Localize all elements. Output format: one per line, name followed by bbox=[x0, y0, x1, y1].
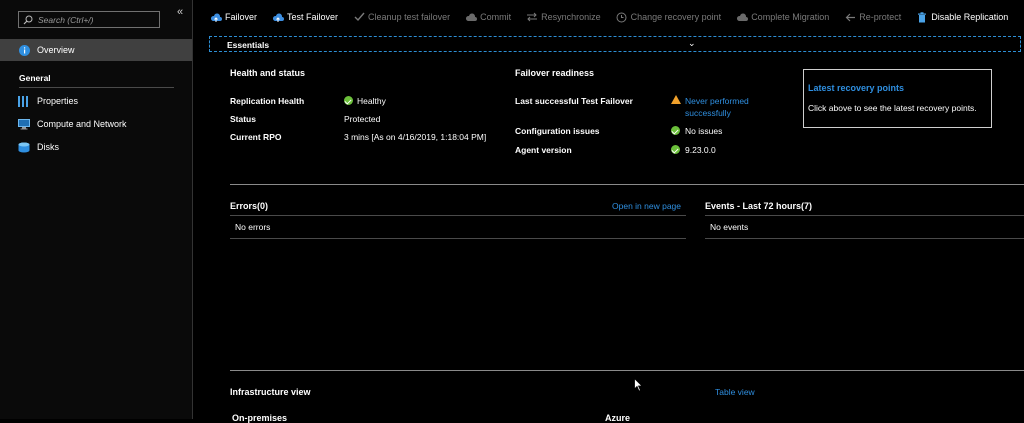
command-toolbar: Failover Test Failover Cleanup test fail… bbox=[192, 0, 1024, 34]
health-status-heading: Health and status bbox=[230, 68, 306, 78]
sidebar-item-properties[interactable]: Properties bbox=[0, 90, 192, 112]
agent-version-check-icon bbox=[671, 145, 680, 154]
replication-health-value: Healthy bbox=[357, 96, 386, 106]
sidebar: Search (Ctrl+/) « Overview General Prope… bbox=[0, 0, 193, 419]
search-input[interactable]: Search (Ctrl+/) bbox=[18, 11, 160, 28]
sidebar-section-general: General bbox=[19, 73, 51, 83]
status-value: Protected bbox=[344, 114, 381, 124]
errors-heading: Errors(0) bbox=[230, 201, 269, 211]
resynchronize-label: Resynchronize bbox=[541, 12, 601, 22]
trash-icon bbox=[916, 11, 928, 23]
no-events-text: No events bbox=[710, 222, 749, 232]
commit-label: Commit bbox=[480, 12, 512, 22]
properties-icon bbox=[17, 94, 31, 108]
commit-button[interactable]: Commit bbox=[465, 11, 511, 23]
last-test-failover-link-line2[interactable]: successfully bbox=[685, 108, 731, 118]
no-errors-text: No errors bbox=[235, 222, 271, 232]
complete-migration-label: Complete Migration bbox=[751, 12, 830, 22]
search-placeholder: Search (Ctrl+/) bbox=[38, 14, 94, 25]
sidebar-item-label: Disks bbox=[37, 142, 59, 152]
sidebar-item-label: Compute and Network bbox=[37, 119, 127, 129]
no-issues-check-icon bbox=[671, 126, 680, 135]
disable-replication-label: Disable Replication bbox=[931, 12, 1009, 22]
disk-icon bbox=[17, 140, 31, 154]
failover-label: Failover bbox=[225, 12, 258, 22]
status-key: Status bbox=[230, 114, 256, 124]
sidebar-item-disks[interactable]: Disks bbox=[0, 136, 192, 158]
cleanup-test-failover-button[interactable]: Cleanup test failover bbox=[353, 11, 450, 23]
configuration-issues-key: Configuration issues bbox=[515, 126, 600, 136]
azure-label: Azure bbox=[605, 413, 631, 423]
latest-recovery-points-card: Latest recovery points Click above to se… bbox=[803, 69, 992, 128]
essentials-toggle[interactable]: Essentials ⌄ bbox=[209, 36, 1021, 52]
complete-migration-button[interactable]: Complete Migration bbox=[736, 11, 829, 23]
table-view-link[interactable]: Table view bbox=[715, 387, 755, 397]
on-premises-label: On-premises bbox=[232, 413, 288, 423]
resynchronize-button[interactable]: Resynchronize bbox=[526, 11, 601, 23]
last-test-failover-key: Last successful Test Failover bbox=[515, 96, 633, 106]
sidebar-item-compute-network[interactable]: Compute and Network bbox=[0, 113, 192, 135]
failover-readiness-heading: Failover readiness bbox=[515, 68, 595, 78]
change-recovery-point-label: Change recovery point bbox=[630, 12, 722, 22]
cloud-commit-icon bbox=[465, 11, 478, 23]
errors-row-divider bbox=[230, 238, 686, 239]
latest-recovery-points-description: Click above to see the latest recovery p… bbox=[808, 103, 977, 113]
clock-icon bbox=[616, 11, 628, 23]
current-rpo-value: 3 mins [As on 4/16/2019, 1:18:04 PM] bbox=[344, 132, 487, 142]
divider bbox=[19, 87, 174, 88]
failover-button[interactable]: Failover bbox=[210, 11, 257, 23]
agent-version-key: Agent version bbox=[515, 145, 572, 155]
infrastructure-view-heading: Infrastructure view bbox=[230, 387, 311, 397]
test-failover-button[interactable]: Test Failover bbox=[272, 11, 338, 23]
sidebar-item-overview[interactable]: Overview bbox=[0, 39, 192, 61]
section-divider bbox=[230, 184, 1024, 185]
section-divider bbox=[230, 370, 1024, 371]
re-protect-label: Re-protect bbox=[859, 12, 902, 22]
cloud-icon bbox=[736, 11, 749, 23]
test-failover-label: Test Failover bbox=[287, 12, 339, 22]
change-recovery-point-button[interactable]: Change recovery point bbox=[616, 11, 722, 23]
errors-header-divider bbox=[230, 215, 686, 216]
sidebar-item-label: Properties bbox=[37, 96, 79, 106]
open-in-new-page-link[interactable]: Open in new page bbox=[612, 201, 681, 211]
configuration-issues-value: No issues bbox=[685, 126, 723, 136]
info-icon bbox=[17, 43, 31, 57]
agent-version-value: 9.23.0.0 bbox=[685, 145, 716, 155]
sidebar-item-label: Overview bbox=[37, 45, 75, 55]
cleanup-label: Cleanup test failover bbox=[368, 12, 451, 22]
sync-arrows-icon bbox=[526, 11, 538, 23]
cloud-failover-icon bbox=[210, 11, 222, 23]
last-test-failover-link-line1[interactable]: Never performed bbox=[685, 96, 749, 106]
healthy-check-icon bbox=[344, 96, 353, 105]
essentials-label: Essentials bbox=[227, 40, 270, 50]
latest-recovery-points-link[interactable]: Latest recovery points bbox=[808, 83, 904, 93]
monitor-icon bbox=[17, 117, 31, 131]
chevron-down-icon: ⌄ bbox=[688, 38, 696, 48]
checkmark-icon bbox=[353, 11, 365, 23]
events-header-divider bbox=[705, 215, 1024, 216]
current-rpo-key: Current RPO bbox=[230, 132, 282, 142]
mouse-pointer-icon bbox=[634, 378, 643, 392]
arrow-left-icon bbox=[844, 11, 856, 23]
warning-icon bbox=[671, 95, 681, 104]
events-heading: Events - Last 72 hours(7) bbox=[705, 201, 813, 211]
cloud-test-failover-icon bbox=[272, 11, 285, 23]
disable-replication-button[interactable]: Disable Replication bbox=[916, 11, 1008, 23]
events-row-divider bbox=[705, 238, 1024, 239]
replication-health-key: Replication Health bbox=[230, 96, 305, 106]
collapse-sidebar-button[interactable]: « bbox=[177, 6, 183, 18]
re-protect-button[interactable]: Re-protect bbox=[844, 11, 901, 23]
search-icon bbox=[23, 15, 33, 24]
